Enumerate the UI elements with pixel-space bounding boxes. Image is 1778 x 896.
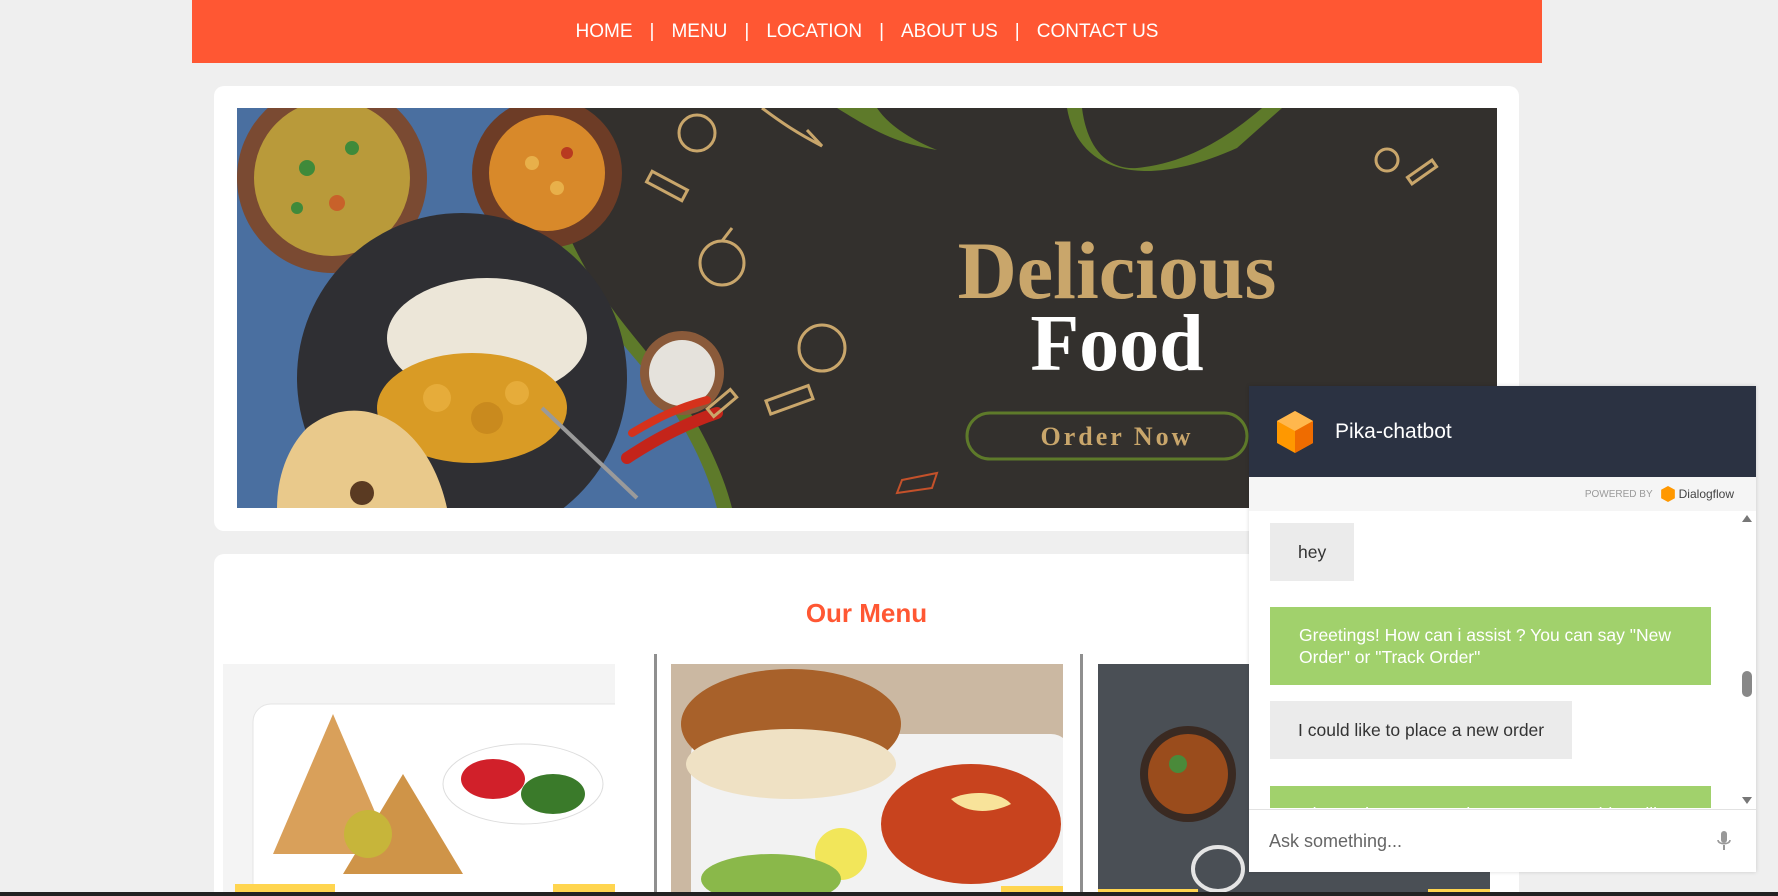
dish-card-samosa[interactable] [223,664,615,896]
microphone-icon[interactable] [1717,830,1731,852]
powered-by-label: POWERED BY [1584,488,1653,500]
nav-separator: | [879,20,884,42]
bot-message: Ok, starting a new order. You can say th… [1270,786,1711,808]
powered-by-provider: Dialogflow [1678,487,1734,501]
nav-about-link[interactable]: ABOUT US [901,21,998,43]
window-bottom-edge [0,892,1778,896]
nav-contact-link[interactable]: CONTACT US [1037,21,1159,43]
nav-separator: | [744,20,750,42]
scroll-down-arrow-icon[interactable] [1742,797,1752,804]
bot-message: Greetings! How can i assist ? You can sa… [1270,607,1711,685]
user-message: I could like to place a new order [1270,701,1573,759]
pav-bhaji-image [671,664,1063,896]
menu-divider [654,654,657,896]
dish-card-pav-bhaji[interactable] [671,664,1063,896]
samosa-image [223,664,615,896]
order-now-button[interactable]: Order Now [1041,422,1194,451]
chat-messages[interactable]: hey Greetings! How can i assist ? You ca… [1249,511,1739,808]
chatbot-title: Pika-chatbot [1335,419,1452,443]
nav-menu-link[interactable]: MENU [671,21,727,43]
top-nav: HOME | MENU | LOCATION | ABOUT US | CONT… [192,0,1542,63]
nav-separator: | [649,20,655,42]
nav-location-link[interactable]: LOCATION [766,21,862,43]
scroll-thumb[interactable] [1742,671,1752,697]
nav-home-link[interactable]: HOME [576,21,633,43]
dialogflow-cube-icon [1277,410,1313,453]
banner-title-line2: Food [1030,300,1203,388]
chat-scrollbar[interactable] [1738,511,1756,808]
chatbot-widget: Pika-chatbot POWERED BY Dialogflow hey G… [1249,386,1756,872]
nav-separator: | [1014,20,1020,42]
chat-input[interactable] [1269,830,1709,852]
chat-scrollbar-graphic [1742,515,1752,804]
scroll-up-arrow-icon[interactable] [1742,515,1752,522]
user-message: hey [1270,523,1355,581]
powered-by-bar: POWERED BY Dialogflow [1249,477,1756,511]
chatbot-header[interactable]: Pika-chatbot [1249,386,1756,477]
dialogflow-logo-icon [1660,486,1675,502]
menu-divider [1080,654,1083,896]
chat-input-bar [1249,809,1756,872]
